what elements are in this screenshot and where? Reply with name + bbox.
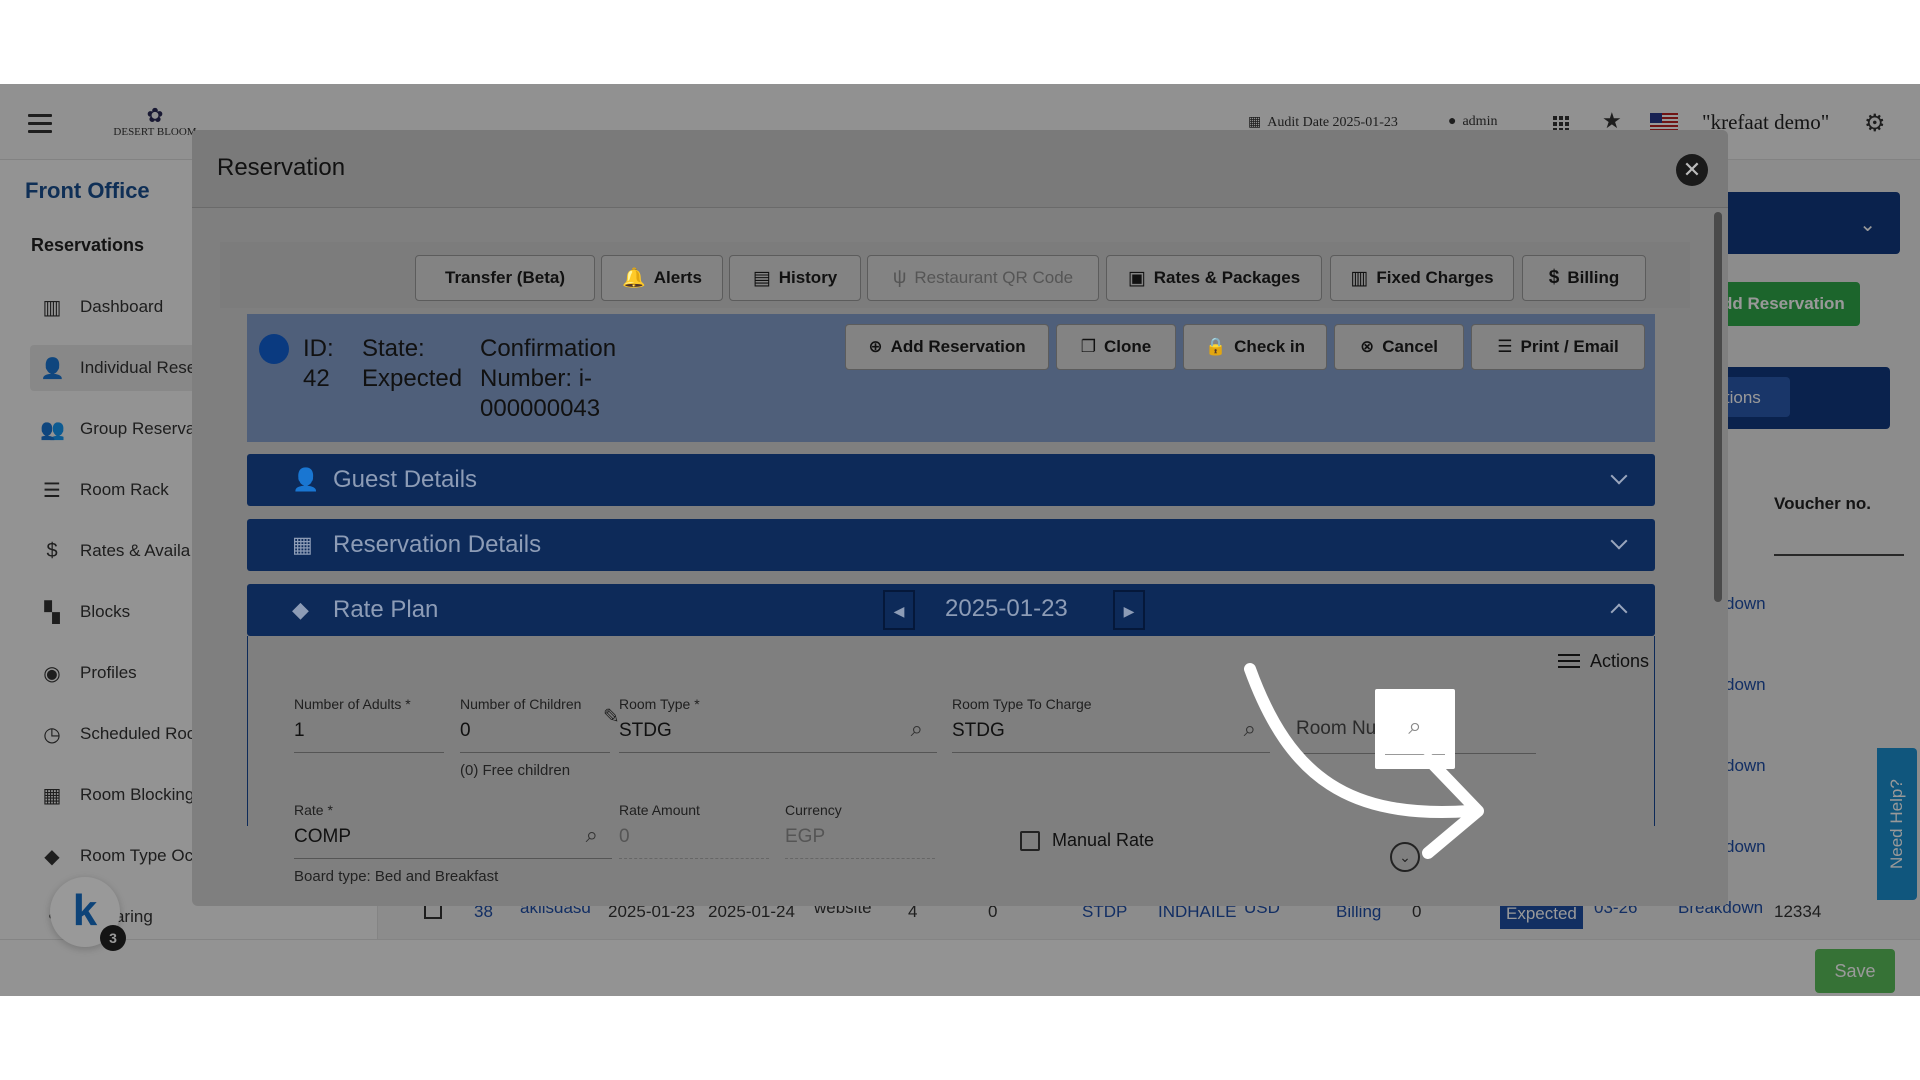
- tab-transfer[interactable]: Transfer (Beta): [415, 255, 595, 301]
- tag-icon: ◆: [292, 597, 309, 622]
- tab-history[interactable]: ▤ History: [729, 255, 861, 301]
- tab-restaurant-qr[interactable]: ψ Restaurant QR Code: [867, 255, 1099, 301]
- adults-input[interactable]: 1: [294, 720, 444, 753]
- next-date-icon[interactable]: ▶: [1113, 590, 1145, 630]
- rate-amount-field[interactable]: Rate Amount 0: [619, 802, 769, 859]
- menu-icon: ☰: [1497, 337, 1513, 356]
- person-icon: 👤: [292, 467, 320, 492]
- status-dot-icon: [259, 334, 289, 364]
- tab-alerts[interactable]: 🔔 Alerts: [601, 255, 723, 301]
- bell-icon: 🔔: [622, 268, 646, 289]
- confirmation-number: Confirmation Number: i- 000000043: [480, 335, 617, 422]
- dollar-icon: $: [1548, 267, 1560, 288]
- meter-icon: ▥: [1350, 267, 1369, 289]
- rate-plan-actions[interactable]: Actions: [1558, 650, 1649, 672]
- date-navigator: ◀ 2025-01-23 ▶: [883, 584, 1147, 636]
- clipboard-icon: ▤: [752, 267, 771, 289]
- add-reservation-button[interactable]: ⊕ Add Reservation: [845, 324, 1049, 370]
- board-type: Board type: Bed and Breakfast: [294, 868, 499, 885]
- plus-circle-icon: ⊕: [868, 337, 883, 356]
- modal-tabbar: Transfer (Beta) 🔔 Alerts ▤ History ψ Restau…: [220, 242, 1690, 308]
- close-icon[interactable]: ✕: [1676, 154, 1708, 186]
- cancel-icon: ⊗: [1360, 337, 1375, 356]
- adults-field[interactable]: Number of Adults * 1: [294, 696, 444, 753]
- prev-date-icon[interactable]: ◀: [883, 590, 915, 630]
- reservation-details-header[interactable]: ▦ Reservation Details: [247, 519, 1655, 571]
- rate-field[interactable]: Rate * COMP ⌕: [294, 802, 612, 859]
- cancel-button[interactable]: ⊗ Cancel: [1334, 324, 1464, 370]
- tab-billing[interactable]: $ Billing: [1522, 255, 1646, 301]
- menu-icon: [1558, 650, 1580, 672]
- modal-header: Reservation ✕: [192, 130, 1728, 208]
- modal-title: Reservation: [217, 154, 346, 181]
- rate-plan-date: 2025-01-23: [945, 595, 1068, 622]
- children-field[interactable]: Number of Children 0: [460, 696, 610, 753]
- pointer-arrow-icon: [1244, 663, 1484, 859]
- room-type-input[interactable]: STDG: [619, 720, 937, 753]
- rate-input[interactable]: COMP: [294, 826, 612, 859]
- tab-rates-packages[interactable]: ▣ Rates & Packages: [1106, 255, 1322, 301]
- room-type-charge-field[interactable]: Room Type To Charge STDG ⌕: [952, 696, 1270, 753]
- scrollbar-thumb[interactable]: [1714, 212, 1722, 602]
- room-type-field[interactable]: Room Type * STDG ⌕: [619, 696, 937, 753]
- reservation-state: State: Expected: [362, 335, 463, 392]
- children-input[interactable]: 0: [460, 720, 610, 753]
- calendar-icon: ▦: [292, 532, 313, 557]
- rate-amount-input[interactable]: 0: [619, 826, 769, 859]
- copy-icon: ❐: [1080, 337, 1096, 356]
- reservation-info-bar: ID: 42 State: Expected Confirmation Numb…: [247, 314, 1655, 442]
- check-in-button[interactable]: 🔒 Check in: [1183, 324, 1327, 370]
- checkbox-box[interactable]: [1020, 830, 1040, 851]
- print-email-button[interactable]: ☰ Print / Email: [1471, 324, 1645, 370]
- modal-scrollbar[interactable]: [1712, 212, 1724, 902]
- rate-plan-header[interactable]: ◆ Rate Plan ◀ 2025-01-23 ▶: [247, 584, 1655, 636]
- currency-field[interactable]: Currency EGP: [785, 802, 935, 859]
- chevron-down-icon: [1610, 467, 1628, 485]
- currency-input[interactable]: EGP: [785, 826, 935, 859]
- room-type-charge-input[interactable]: STDG: [952, 720, 1270, 753]
- lock-icon: 🔒: [1204, 337, 1227, 356]
- clone-button[interactable]: ❐ Clone: [1056, 324, 1176, 370]
- app-frame: ✿ DESERT BLOOM ▦ Audit Date 2025-01-23 ●…: [0, 84, 1920, 996]
- reservation-id: ID: 42: [303, 335, 334, 392]
- search-icon[interactable]: ⌕: [586, 822, 598, 848]
- gift-icon: ▣: [1127, 267, 1146, 289]
- search-icon[interactable]: ⌕: [911, 716, 923, 742]
- free-children-hint: (0) Free children: [460, 762, 571, 779]
- chevron-down-icon: [1610, 532, 1628, 550]
- manual-rate-checkbox[interactable]: Manual Rate: [1020, 830, 1154, 851]
- guest-details-header[interactable]: 👤 Guest Details: [247, 454, 1655, 506]
- chevron-up-icon: [1610, 603, 1628, 621]
- tab-fixed-charges[interactable]: ▥ Fixed Charges: [1330, 255, 1514, 301]
- pencil-icon[interactable]: ✎: [603, 704, 620, 729]
- cutlery-icon: ψ: [892, 267, 907, 288]
